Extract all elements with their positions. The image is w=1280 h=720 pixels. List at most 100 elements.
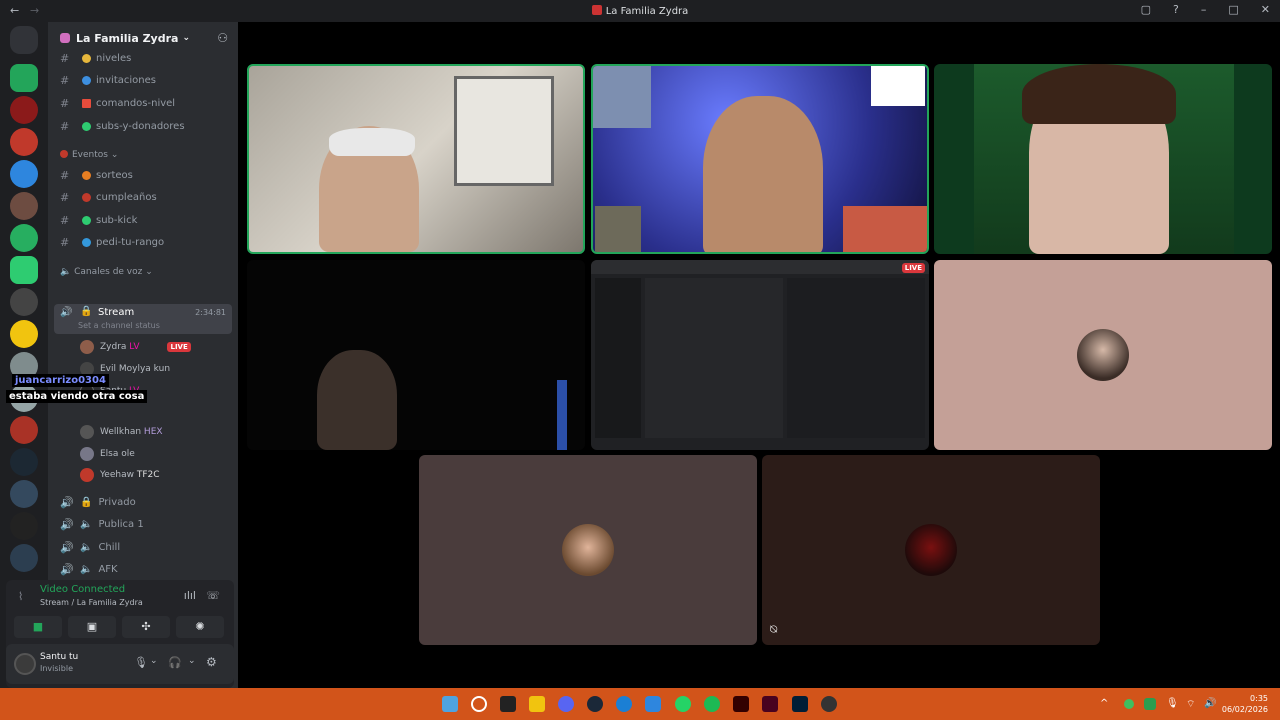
speaker-icon: 🔊	[60, 541, 74, 554]
voice-user-item[interactable]: Wellkhan HEX	[80, 425, 163, 439]
noise-suppression-icon[interactable]: ılıl	[184, 589, 196, 602]
indesign-icon[interactable]	[762, 696, 778, 712]
microphone-icon[interactable]: 🎙	[134, 656, 148, 669]
user-bar: Santu tu Invisible 🎙 ⌄ 🎧 ⌄ ⚙	[6, 644, 234, 684]
server-icon[interactable]	[10, 544, 38, 572]
avatar	[905, 524, 957, 576]
close-icon[interactable]: ✕	[1261, 3, 1270, 16]
avatar-tile[interactable]	[934, 260, 1272, 450]
channel-item[interactable]: # niveles	[60, 52, 131, 65]
settings-gear-icon[interactable]: ⚙	[206, 655, 217, 669]
steam-icon[interactable]	[587, 696, 603, 712]
avatar-tile[interactable]	[419, 455, 757, 645]
minimize-icon[interactable]: –	[1201, 3, 1207, 16]
overlay-message: estaba viendo otra cosa	[6, 390, 148, 403]
tray-icon[interactable]	[1124, 699, 1134, 709]
category-eventos[interactable]: Eventos ⌄	[60, 150, 118, 160]
channel-item[interactable]: # sub-kick	[60, 214, 137, 227]
start-icon[interactable]	[442, 696, 458, 712]
server-icon[interactable]	[10, 224, 38, 252]
add-member-icon[interactable]: ⚇	[217, 31, 228, 45]
server-icon[interactable]	[10, 96, 38, 124]
server-icon[interactable]	[10, 256, 38, 284]
channel-emoji-icon	[82, 122, 91, 131]
disconnect-icon[interactable]: ☏	[206, 589, 220, 602]
server-icon[interactable]	[10, 192, 38, 220]
voice-channel-item[interactable]: 🔊 🔒 Privado	[60, 496, 136, 509]
microphone-icon[interactable]: 🎙	[1166, 698, 1179, 710]
voice-channel-item[interactable]: 🔊 🔈 Chill	[60, 541, 120, 554]
screen-share-tile[interactable]: LIVE	[591, 260, 929, 450]
video-tile[interactable]	[591, 64, 929, 254]
chevron-down-icon[interactable]: ⌄	[150, 656, 158, 666]
channel-item[interactable]: # sorteos	[60, 169, 133, 182]
voice-user-item[interactable]: Zydra LV LIVE	[80, 340, 191, 354]
speaker-icon: 🔊	[60, 518, 74, 531]
screen-share-button[interactable]: ▣	[68, 616, 116, 638]
clock[interactable]: 0:35 06/02/2026	[1222, 693, 1268, 715]
server-icon[interactable]	[10, 64, 38, 92]
spotify-icon[interactable]	[704, 696, 720, 712]
search-icon[interactable]	[471, 696, 487, 712]
server-icon[interactable]	[10, 128, 38, 156]
voice-channel-stream[interactable]: 🔊 🔒 Stream 2:34:81 Set a channel status	[54, 304, 232, 334]
chevron-down-icon[interactable]: ⌄	[188, 656, 196, 666]
voice-channel-item[interactable]: 🔊 🔈 AFK	[60, 563, 118, 576]
category-voz[interactable]: 🔈 Canales de voz ⌄	[60, 267, 153, 277]
server-icon[interactable]	[10, 512, 38, 540]
camera-button[interactable]: ■	[14, 616, 62, 638]
discord-icon[interactable]	[558, 696, 574, 712]
camera-overlay	[871, 66, 925, 106]
obs-icon[interactable]	[821, 696, 837, 712]
channel-item[interactable]: # cumpleaños	[60, 191, 157, 204]
channel-item[interactable]: # subs-y-donadores	[60, 120, 185, 133]
server-icon[interactable]	[10, 448, 38, 476]
discord-home-icon[interactable]	[10, 26, 38, 54]
server-icon[interactable]	[10, 480, 38, 508]
volume-icon[interactable]: 🔊	[1204, 698, 1216, 710]
chevron-up-icon[interactable]: ^	[1100, 698, 1112, 710]
file-explorer-icon[interactable]	[529, 696, 545, 712]
server-icon[interactable]	[10, 160, 38, 188]
video-tile[interactable]	[934, 64, 1272, 254]
activities-button[interactable]: ✣	[122, 616, 170, 638]
soundboard-button[interactable]: ✺	[176, 616, 224, 638]
title-bar: ← → La Familia Zydra ▢ ? – □ ✕	[0, 0, 1280, 22]
voice-user-item[interactable]: Yeehaw TF2C	[80, 468, 160, 482]
tray-icon[interactable]	[1144, 698, 1156, 710]
camera-overlay	[593, 66, 651, 128]
photoshop-icon[interactable]	[792, 696, 808, 712]
avatar[interactable]	[14, 653, 36, 675]
task-view-icon[interactable]	[500, 696, 516, 712]
hash-icon: #	[60, 169, 70, 182]
server-icon[interactable]	[10, 416, 38, 444]
window-shape	[454, 76, 554, 186]
headphones-icon[interactable]: 🎧	[168, 656, 182, 669]
video-tile[interactable]	[247, 64, 585, 254]
inbox-icon[interactable]: ▢	[1141, 3, 1151, 16]
app-sidebar	[595, 278, 641, 438]
overlay-username: juancarrizo0304	[12, 374, 109, 387]
app-toolbar	[591, 260, 929, 274]
channel-item[interactable]: # comandos-nivel	[60, 97, 175, 110]
server-icon[interactable]	[10, 320, 38, 348]
illustrator-icon[interactable]	[733, 696, 749, 712]
voice-user-item[interactable]: Elsa ole	[80, 447, 135, 461]
app-panel	[787, 278, 925, 438]
voice-channel-item[interactable]: 🔊 🔈 Publica 1	[60, 518, 144, 531]
video-tile[interactable]	[247, 260, 585, 450]
app-icon[interactable]	[645, 696, 661, 712]
maximize-icon[interactable]: □	[1228, 3, 1238, 16]
channel-emoji-icon	[82, 76, 91, 85]
edge-icon[interactable]	[616, 696, 632, 712]
light-shape	[557, 380, 567, 450]
hash-icon: #	[60, 214, 70, 227]
help-icon[interactable]: ?	[1173, 3, 1179, 16]
avatar-tile[interactable]: ⍉	[762, 455, 1100, 645]
channel-item[interactable]: # pedi-tu-rango	[60, 236, 164, 249]
server-header[interactable]: La Familia Zydra ⌄ ⚇	[48, 22, 238, 54]
channel-item[interactable]: # invitaciones	[60, 74, 156, 87]
wifi-icon[interactable]: ⌔	[1186, 698, 1198, 710]
whatsapp-icon[interactable]	[675, 696, 691, 712]
server-icon[interactable]	[10, 288, 38, 316]
